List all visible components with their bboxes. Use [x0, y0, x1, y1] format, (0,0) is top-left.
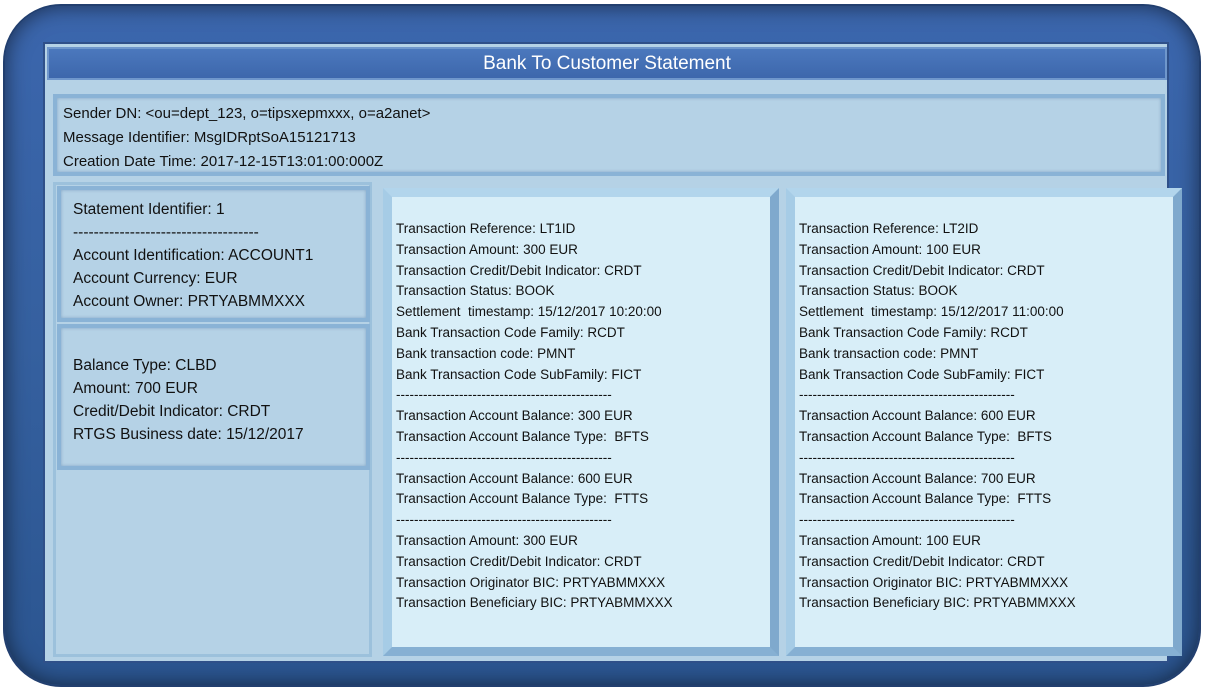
txn-line: Transaction Account Balance Type: FTTS [396, 491, 649, 507]
message-header-panel: Sender DN: <ou=dept_123, o=tipsxepmxxx, … [53, 94, 1165, 176]
txn-line: Transaction Originator BIC: PRTYABMMXXX [799, 574, 1069, 590]
txn-line: Transaction Status: BOOK [396, 283, 555, 299]
transaction-panel-2: Transaction Reference: LT2ID Transaction… [786, 188, 1182, 656]
txn-line: Bank Transaction Code Family: RCDT [396, 324, 625, 340]
txn-line: Transaction Amount: 300 EUR [396, 241, 578, 257]
txn-separator: ----------------------------------------… [396, 387, 612, 403]
account-identification: Account Identification: ACCOUNT1 [73, 247, 314, 264]
statement-identifier: Statement Identifier: 1 [73, 201, 225, 218]
txn-line: Bank Transaction Code SubFamily: FICT [396, 366, 642, 382]
txn-line: Transaction Status: BOOK [799, 283, 958, 299]
txn-line: Bank transaction code: PMNT [396, 345, 576, 361]
creation-date-time: Creation Date Time: 2017-12-15T13:01:00:… [63, 153, 384, 170]
balance-panel: Balance Type: CLBD Amount: 700 EUR Credi… [57, 324, 370, 470]
txn-line: Transaction Amount: 100 EUR [799, 241, 981, 257]
balance-amount: Amount: 700 EUR [73, 380, 198, 397]
txn-line: Transaction Account Balance: 700 EUR [799, 470, 1036, 486]
txn-line: Transaction Account Balance Type: BFTS [799, 428, 1052, 444]
rtgs-business-date: RTGS Business date: 15/12/2017 [73, 426, 304, 443]
message-identifier: Message Identifier: MsgIDRptSoA15121713 [63, 129, 356, 146]
txn-line: Transaction Credit/Debit Indicator: CRDT [799, 553, 1045, 569]
transaction-panel-1: Transaction Reference: LT1ID Transaction… [383, 188, 779, 656]
statement-info-panel: Statement Identifier: 1 ----------------… [57, 186, 370, 322]
txn-line: Transaction Account Balance Type: BFTS [396, 428, 649, 444]
txn-separator: ----------------------------------------… [396, 512, 612, 528]
txn-line: Transaction Beneficiary BIC: PRTYABMMXXX [396, 595, 673, 611]
account-owner: Account Owner: PRTYABMMXXX [73, 293, 306, 310]
txn-line: Transaction Credit/Debit Indicator: CRDT [799, 262, 1045, 278]
txn-line: Transaction Amount: 300 EUR [396, 532, 578, 548]
txn-line: Transaction Reference: LT2ID [799, 221, 979, 236]
statement-separator: ------------------------------------ [73, 224, 259, 241]
balance-credit-debit: Credit/Debit Indicator: CRDT [73, 403, 271, 420]
txn-line: Transaction Amount: 100 EUR [799, 532, 981, 548]
txn-line: Transaction Reference: LT1ID [396, 221, 576, 236]
txn-line: Transaction Credit/Debit Indicator: CRDT [396, 553, 642, 569]
txn-line: Bank transaction code: PMNT [799, 345, 979, 361]
txn-separator: ----------------------------------------… [799, 449, 1015, 465]
sender-dn: Sender DN: <ou=dept_123, o=tipsxepmxxx, … [63, 105, 431, 122]
txn-line: Bank Transaction Code SubFamily: FICT [799, 366, 1045, 382]
txn-line: Transaction Credit/Debit Indicator: CRDT [396, 262, 642, 278]
txn-line: Transaction Account Balance Type: FTTS [799, 491, 1052, 507]
txn-line: Transaction Originator BIC: PRTYABMMXXX [396, 574, 666, 590]
txn-line: Transaction Beneficiary BIC: PRTYABMMXXX [799, 595, 1076, 611]
txn-separator: ----------------------------------------… [799, 512, 1015, 528]
txn-line: Transaction Account Balance: 600 EUR [396, 470, 633, 486]
txn-line: Settlement timestamp: 15/12/2017 10:20:0… [396, 304, 662, 320]
txn-line: Transaction Account Balance: 600 EUR [799, 408, 1036, 424]
statement-title-bar: Bank To Customer Statement [47, 47, 1167, 80]
txn-line: Bank Transaction Code Family: RCDT [799, 324, 1028, 340]
txn-line: Settlement timestamp: 15/12/2017 11:00:0… [799, 304, 1064, 320]
txn-separator: ----------------------------------------… [799, 387, 1015, 403]
account-currency: Account Currency: EUR [73, 270, 238, 287]
balance-type: Balance Type: CLBD [73, 357, 217, 374]
txn-line: Transaction Account Balance: 300 EUR [396, 408, 633, 424]
statement-title: Bank To Customer Statement [483, 52, 731, 74]
txn-separator: ----------------------------------------… [396, 449, 612, 465]
